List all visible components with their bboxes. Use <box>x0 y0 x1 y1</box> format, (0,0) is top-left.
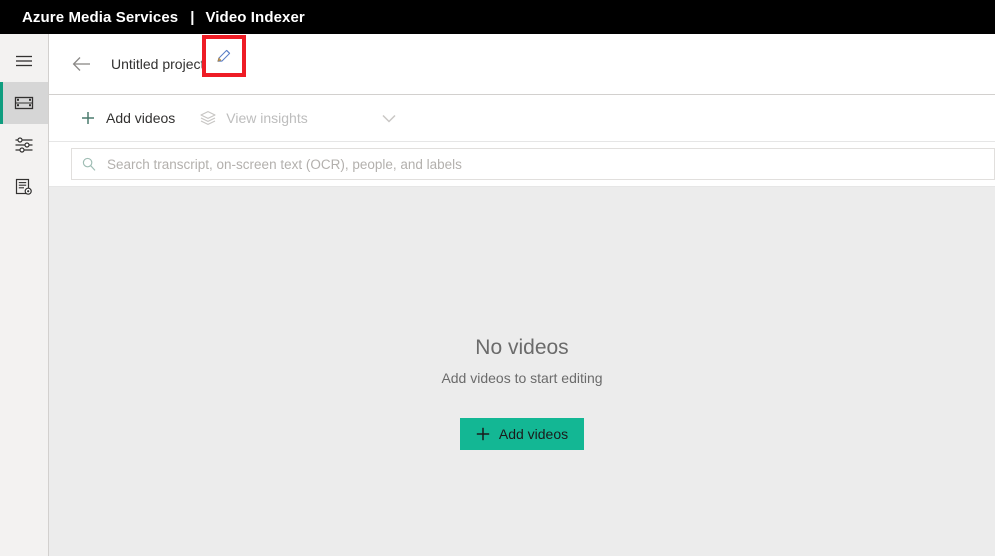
pencil-edit-icon <box>217 49 231 62</box>
rail-item-media[interactable] <box>0 82 48 124</box>
empty-state-title: No videos <box>475 336 569 359</box>
add-videos-primary-label: Add videos <box>498 426 569 442</box>
left-nav-rail <box>0 34 49 556</box>
project-header: Untitled project <box>49 34 995 94</box>
project-title: Untitled project <box>111 56 205 72</box>
film-strip-icon <box>14 96 34 110</box>
rename-highlight-wrap <box>202 35 247 85</box>
search-icon <box>82 157 96 171</box>
app-shell: Untitled project Add videos View insight… <box>0 34 995 556</box>
product-title: Video Indexer <box>205 8 305 26</box>
rail-item-menu[interactable] <box>0 40 48 82</box>
chevron-down-icon[interactable] <box>376 105 402 131</box>
view-insights-label: View insights <box>226 110 308 126</box>
search-row <box>49 142 995 187</box>
hamburger-menu-icon <box>16 55 32 67</box>
top-app-bar: Azure Media Services | Video Indexer <box>0 0 995 34</box>
document-gear-icon <box>15 178 32 195</box>
brand-separator: | <box>190 8 195 26</box>
rename-project-button[interactable] <box>202 35 247 77</box>
back-arrow-icon[interactable] <box>71 53 93 75</box>
main-content: Untitled project Add videos View insight… <box>49 34 995 556</box>
rail-item-customization[interactable] <box>0 124 48 166</box>
add-videos-toolbar-button[interactable]: Add videos <box>71 102 183 134</box>
videos-content-area: No videos Add videos to start editing Ad… <box>49 187 995 556</box>
add-videos-primary-button[interactable]: Add videos <box>459 418 585 450</box>
search-box[interactable] <box>71 148 995 180</box>
brand-title: Azure Media Services <box>22 8 179 26</box>
view-insights-toolbar-button[interactable]: View insights <box>191 102 315 134</box>
layers-stack-icon <box>200 111 216 125</box>
sliders-icon <box>15 137 33 153</box>
search-input[interactable] <box>107 156 994 172</box>
plus-icon <box>82 112 94 124</box>
empty-state: No videos Add videos to start editing Ad… <box>49 335 995 450</box>
plus-icon <box>476 427 490 441</box>
empty-state-subtitle: Add videos to start editing <box>441 370 603 386</box>
rail-item-settings[interactable] <box>0 166 48 208</box>
add-videos-label: Add videos <box>106 110 176 126</box>
command-toolbar: Add videos View insights <box>49 94 995 142</box>
